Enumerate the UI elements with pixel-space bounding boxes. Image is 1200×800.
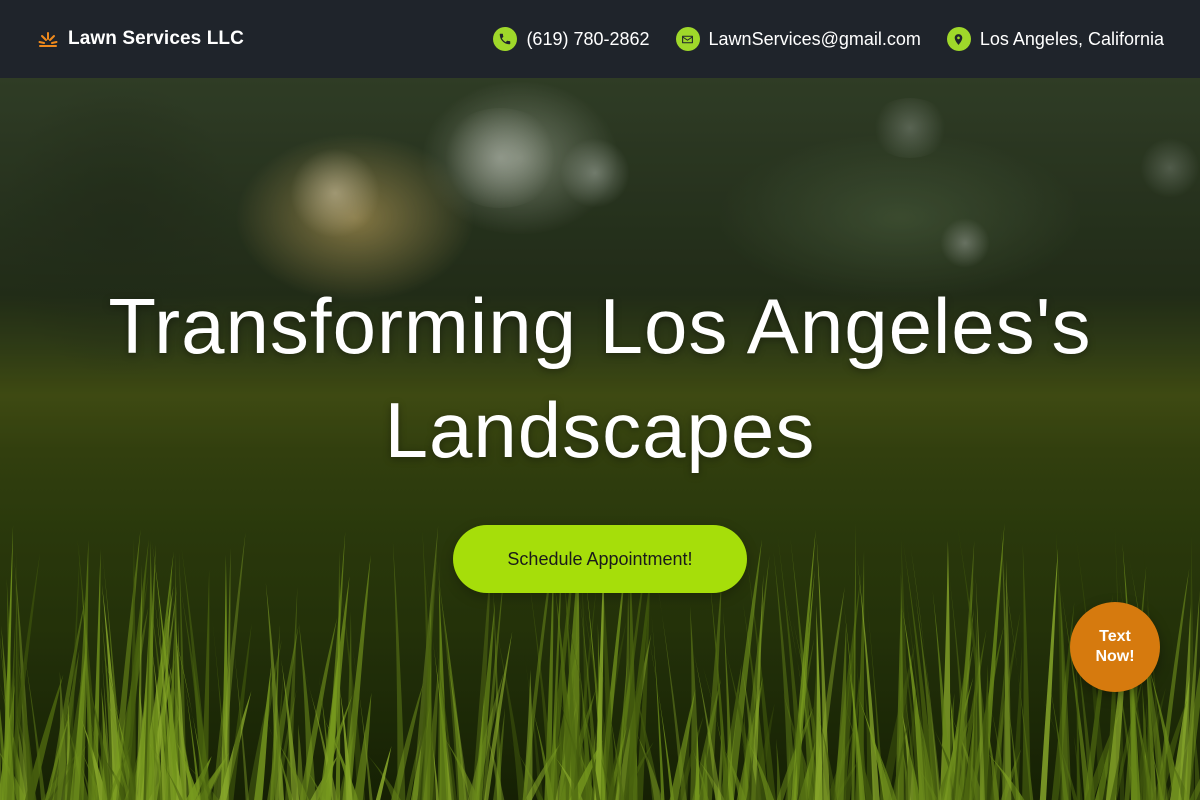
brand-name: Lawn Services LLC xyxy=(68,28,244,49)
sun-logo-icon xyxy=(38,29,58,49)
location-text: Los Angeles, California xyxy=(979,28,1164,49)
hero-title: Transforming Los Angeles's Landscapes xyxy=(108,282,1092,474)
landing-page: Lawn Services LLC (619) 780-2862 LawnSer… xyxy=(0,0,1200,800)
phone-link[interactable]: (619) 780-2862 xyxy=(493,27,650,51)
email-address: LawnServices@gmail.com xyxy=(708,28,921,49)
location-link[interactable]: Los Angeles, California xyxy=(946,27,1164,51)
hero-section: Transforming Los Angeles's Landscapes Sc… xyxy=(0,78,1200,800)
mail-icon xyxy=(675,27,700,51)
contact-bar: (619) 780-2862 LawnServices@gmail.com Lo… xyxy=(493,27,1164,51)
brand-link[interactable]: Lawn Services LLC xyxy=(38,28,244,50)
email-link[interactable]: LawnServices@gmail.com xyxy=(675,27,921,51)
text-now-button[interactable]: Text Now! xyxy=(1070,602,1160,692)
schedule-appointment-button[interactable]: Schedule Appointment! xyxy=(453,525,747,593)
site-header: Lawn Services LLC (619) 780-2862 LawnSer… xyxy=(0,0,1200,78)
phone-number: (619) 780-2862 xyxy=(526,28,650,49)
phone-icon xyxy=(493,27,518,51)
map-pin-icon xyxy=(946,27,971,51)
